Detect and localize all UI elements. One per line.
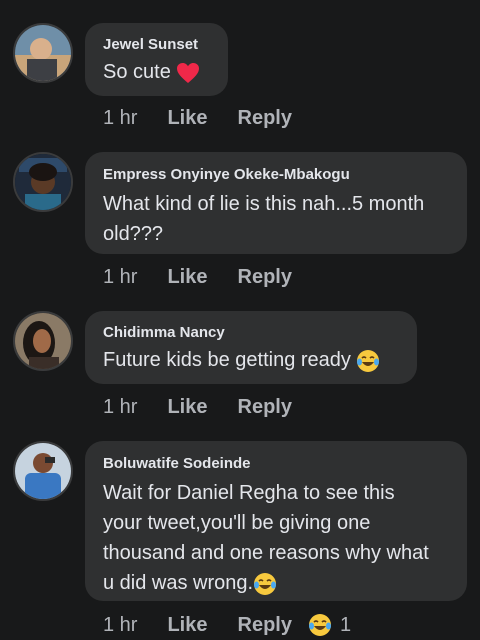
avatar[interactable] xyxy=(13,152,73,212)
comment-bubble[interactable]: Chidimma Nancy Future kids be getting re… xyxy=(85,311,417,384)
like-button[interactable]: Like xyxy=(167,107,207,130)
comment-text-line: What kind of lie is this nah...5 month xyxy=(103,193,425,215)
reply-button[interactable]: Reply xyxy=(238,266,292,289)
avatar[interactable] xyxy=(13,311,73,371)
reaction-summary[interactable]: 1 xyxy=(308,613,351,637)
tears-of-joy-icon xyxy=(357,349,380,372)
tears-of-joy-icon xyxy=(308,614,331,636)
red-heart-icon xyxy=(177,62,200,83)
comment-text: What kind of lie is this nah...5 month o… xyxy=(103,189,449,249)
comment-author[interactable]: Empress Onyinye Okeke-Mbakogu xyxy=(103,166,449,183)
comment-bubble[interactable]: Empress Onyinye Okeke-Mbakogu What kind … xyxy=(85,152,467,254)
tears-of-joy-icon xyxy=(254,572,277,595)
avatar[interactable] xyxy=(13,23,73,83)
comment-author[interactable]: Boluwatife Sodeinde xyxy=(103,455,449,472)
comment-timestamp: 1 hr xyxy=(103,266,138,288)
comment-text-line: your tweet,you'll be giving one xyxy=(103,512,371,534)
comment-timestamp: 1 hr xyxy=(103,396,138,418)
comment-text-line: old??? xyxy=(103,223,164,245)
comment-actions: 1 hr Like Reply xyxy=(103,396,292,419)
comment-timestamp: 1 hr xyxy=(103,613,138,636)
comment-bubble[interactable]: Jewel Sunset So cute xyxy=(85,23,228,96)
comment-timestamp: 1 hr xyxy=(103,107,138,129)
comment-actions: 1 hr Like Reply 1 xyxy=(103,613,351,637)
reply-button[interactable]: Reply xyxy=(238,107,292,130)
comment-text-line: thousand and one reasons why what xyxy=(103,542,429,564)
like-button[interactable]: Like xyxy=(167,396,207,419)
comment-text: Future kids be getting ready xyxy=(103,349,351,371)
comment-author[interactable]: Chidimma Nancy xyxy=(103,324,399,341)
comment-actions: 1 hr Like Reply xyxy=(103,266,292,289)
comment-author[interactable]: Jewel Sunset xyxy=(103,36,210,53)
reply-button[interactable]: Reply xyxy=(238,396,292,419)
like-button[interactable]: Like xyxy=(167,614,207,637)
comment-text: So cute xyxy=(103,61,171,83)
comment-text-line: Wait for Daniel Regha to see this xyxy=(103,482,395,504)
comment-actions: 1 hr Like Reply xyxy=(103,107,292,130)
comment-text: Wait for Daniel Regha to see this your t… xyxy=(103,478,449,598)
like-button[interactable]: Like xyxy=(167,266,207,289)
avatar[interactable] xyxy=(13,441,73,501)
reaction-count: 1 xyxy=(339,613,352,636)
reply-button[interactable]: Reply xyxy=(238,614,292,637)
comment-text-line: u did was wrong. xyxy=(103,572,254,594)
comment-bubble[interactable]: Boluwatife Sodeinde Wait for Daniel Regh… xyxy=(85,441,467,601)
